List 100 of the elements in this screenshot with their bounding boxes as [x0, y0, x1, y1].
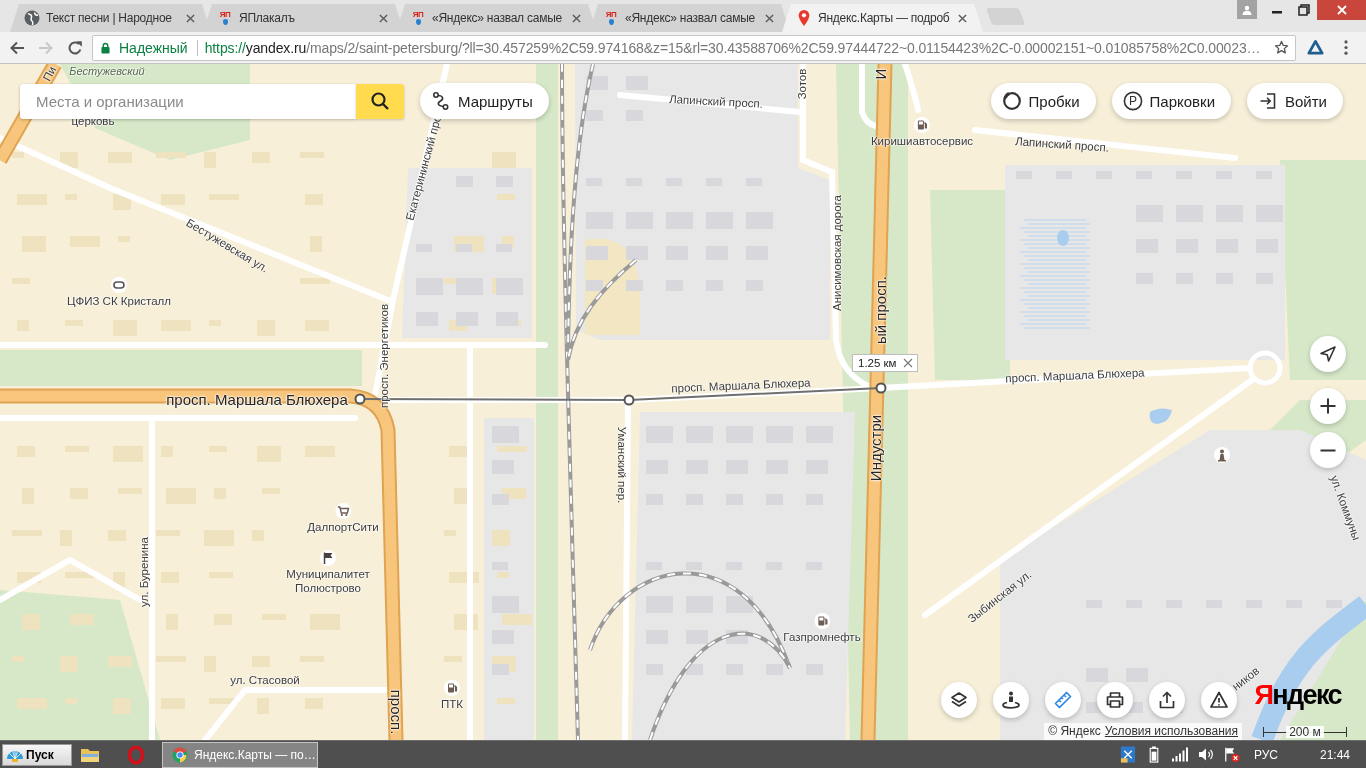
- address-field[interactable]: Надежный https://yandex.ru/maps/2/saint-petersburg/?ll=30.457259%2C59.974168&z=15&rl=30.43588706%2C59.97444722~0.01154423%2C-0.00002151~0.01085758%2C0.00023…: [92, 34, 1296, 61]
- building: [262, 488, 280, 494]
- routes-button[interactable]: Маршруты: [420, 83, 549, 119]
- zoom-in-button[interactable]: [1310, 388, 1346, 424]
- ring-icon: [1001, 91, 1022, 111]
- building: [70, 236, 100, 247]
- building: [12, 530, 42, 536]
- building: [209, 194, 239, 200]
- street-label: просп. Маршала Блюхера: [671, 376, 811, 396]
- back-icon[interactable]: [9, 39, 25, 56]
- map-pin-icon: [796, 10, 812, 26]
- building: [626, 246, 648, 260]
- printer-icon: [1105, 690, 1125, 710]
- building: [204, 152, 216, 168]
- building: [12, 152, 24, 158]
- measure-point[interactable]: [623, 394, 635, 406]
- clock-text[interactable]: 21:44: [1319, 747, 1350, 762]
- building: [113, 446, 143, 462]
- fuel-pump-icon[interactable]: [444, 680, 460, 696]
- building: [305, 320, 329, 331]
- browser-tab[interactable]: Яндекс.Карты — подроб: [782, 4, 983, 32]
- building: [65, 572, 95, 578]
- parking-button[interactable]: P Парковки: [1111, 83, 1231, 119]
- building: [252, 656, 270, 667]
- building: [626, 280, 643, 291]
- warning-icon: [1209, 690, 1229, 710]
- traffic-button[interactable]: Пробки: [990, 83, 1096, 119]
- share-icon: [1157, 690, 1177, 710]
- building: [118, 488, 142, 494]
- building: [204, 530, 234, 546]
- building: [300, 656, 324, 662]
- building: [113, 320, 137, 336]
- street-label: И: [872, 68, 890, 80]
- building: [252, 152, 270, 163]
- search-field[interactable]: Места и организации: [20, 83, 356, 119]
- maximize-icon[interactable]: [1298, 4, 1310, 16]
- street-label: просп. Маршала Блюхера: [1005, 366, 1145, 386]
- signal-icon[interactable]: [1171, 746, 1188, 763]
- ruler-icon: [1053, 690, 1073, 710]
- building: [1326, 600, 1342, 608]
- fuel-pump-icon[interactable]: [814, 613, 830, 629]
- close-icon: [1336, 5, 1347, 15]
- panorama-button[interactable]: [993, 682, 1029, 718]
- building: [492, 530, 510, 546]
- start-button[interactable]: Пуск: [2, 743, 72, 766]
- building: [305, 446, 335, 457]
- close-button[interactable]: [1317, 0, 1366, 20]
- taskbar-window-button[interactable]: Яндекс.Карты — по…: [162, 741, 318, 768]
- building: [214, 488, 226, 499]
- building: [252, 530, 264, 541]
- building: [456, 312, 478, 326]
- building: [17, 572, 41, 583]
- building: [12, 656, 24, 662]
- search-button[interactable]: [356, 83, 404, 119]
- street-label: Зотов: [796, 68, 810, 100]
- app-tray-icon[interactable]: [1119, 746, 1136, 763]
- park-label: Бестужевский: [69, 64, 145, 78]
- close-icon[interactable]: [902, 358, 913, 368]
- flag-icon[interactable]: [1223, 746, 1240, 763]
- building: [204, 656, 216, 672]
- building: [492, 494, 509, 505]
- terms-link[interactable]: Условия использования: [1104, 724, 1238, 739]
- building: [497, 446, 527, 452]
- close-icon[interactable]: [379, 13, 388, 23]
- menu-icon[interactable]: [1344, 40, 1348, 55]
- building: [305, 194, 323, 205]
- close-icon[interactable]: [572, 13, 581, 23]
- street-label: просп. Энергетиков: [378, 303, 392, 409]
- measure-point[interactable]: [875, 382, 887, 394]
- speaker-icon[interactable]: [1197, 746, 1214, 763]
- flag-icon[interactable]: [320, 550, 336, 566]
- login-button[interactable]: Войти: [1247, 83, 1343, 119]
- pond: [1057, 230, 1069, 246]
- stadium-icon[interactable]: [111, 277, 127, 293]
- close-icon[interactable]: [765, 13, 774, 23]
- language-indicator[interactable]: РУС: [1253, 747, 1278, 762]
- cart-icon[interactable]: [335, 503, 351, 519]
- building: [300, 152, 324, 158]
- reload-icon[interactable]: [67, 39, 83, 56]
- minimize-icon[interactable]: [1272, 10, 1282, 14]
- person-icon: [1242, 4, 1252, 15]
- fuel-pump-icon[interactable]: [914, 117, 930, 133]
- building: [257, 446, 281, 462]
- triangle-icon[interactable]: [1307, 39, 1324, 56]
- route-icon: [431, 91, 451, 111]
- building: [22, 488, 34, 504]
- building: [22, 236, 46, 252]
- street-label: ый просп.: [872, 276, 890, 344]
- roundabout: [1247, 350, 1283, 386]
- street-label: Уманский пер.: [614, 426, 628, 504]
- close-icon[interactable]: [186, 13, 195, 23]
- statue-icon[interactable]: [1214, 447, 1230, 463]
- building: [65, 698, 77, 704]
- building: [209, 320, 221, 326]
- star-icon[interactable]: [1274, 40, 1289, 55]
- close-icon[interactable]: [958, 13, 967, 23]
- measure-point[interactable]: [354, 393, 366, 405]
- login-icon: [1258, 91, 1278, 111]
- building: [214, 614, 232, 625]
- layers-button[interactable]: [941, 682, 977, 718]
